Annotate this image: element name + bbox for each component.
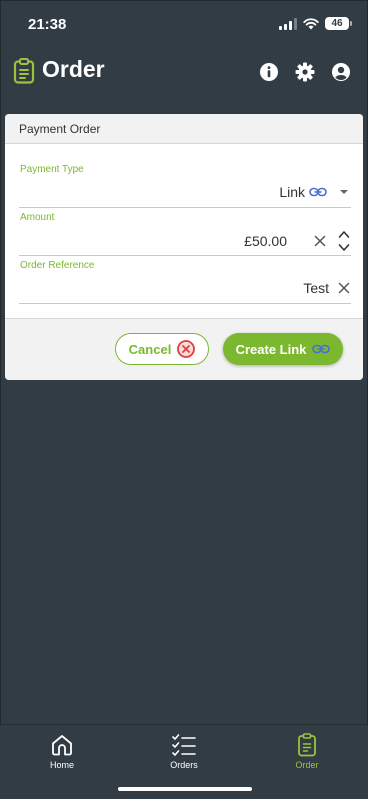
order-reference-value: Test: [303, 280, 329, 296]
home-indicator: [118, 787, 252, 791]
dropdown-arrow-icon: [340, 190, 348, 194]
info-icon: [260, 63, 278, 81]
wifi-icon: [303, 17, 319, 29]
battery-level: 46: [325, 17, 349, 30]
amount-field[interactable]: Amount £50.00: [19, 212, 351, 256]
clipboard-icon: [298, 733, 316, 757]
payment-type-value: Link: [279, 184, 305, 200]
order-reference-field[interactable]: Order Reference Test: [19, 260, 351, 304]
checklist-icon: [172, 734, 196, 756]
settings-button[interactable]: [294, 61, 316, 83]
amount-label: Amount: [20, 212, 55, 223]
payment-type-select[interactable]: Payment Type Link: [19, 164, 351, 208]
clear-amount-icon[interactable]: [313, 234, 327, 248]
payment-order-card: Payment Order Payment Type Link Amount £…: [5, 114, 363, 380]
gear-icon: [295, 62, 315, 82]
nav-order-label: Order: [295, 760, 319, 770]
amount-value: £50.00: [244, 233, 287, 249]
status-icons: 46: [279, 17, 352, 30]
account-icon: [332, 63, 350, 81]
create-link-label: Create Link: [235, 341, 307, 357]
status-bar: 21:38 46: [0, 0, 368, 44]
battery-icon: 46: [325, 17, 352, 30]
amount-stepper-icon[interactable]: [337, 229, 351, 253]
nav-orders[interactable]: Orders: [144, 733, 224, 770]
create-link-button[interactable]: Create Link: [223, 333, 343, 365]
cancel-icon: [177, 340, 196, 358]
clear-reference-icon[interactable]: [337, 281, 351, 295]
header-actions: [258, 61, 352, 83]
card-footer: Cancel Create Link: [5, 318, 363, 380]
cancel-button[interactable]: Cancel: [115, 333, 209, 365]
account-button[interactable]: [330, 61, 352, 83]
clipboard-logo-icon: [13, 58, 35, 84]
nav-orders-label: Orders: [170, 760, 198, 770]
card-title: Payment Order: [5, 114, 363, 144]
nav-order[interactable]: Order: [267, 733, 347, 770]
cancel-label: Cancel: [128, 341, 172, 357]
home-icon: [52, 735, 72, 756]
link-icon: [312, 344, 331, 354]
page-title: Order: [42, 56, 105, 82]
nav-home-label: Home: [49, 760, 74, 770]
status-time: 21:38: [28, 16, 67, 33]
nav-home[interactable]: Home: [22, 733, 102, 770]
link-icon: [309, 187, 327, 197]
order-reference-label: Order Reference: [20, 260, 95, 271]
signal-icon: [279, 17, 297, 30]
info-button[interactable]: [258, 61, 280, 83]
app-header: Order: [0, 52, 368, 92]
payment-type-label: Payment Type: [20, 164, 84, 175]
